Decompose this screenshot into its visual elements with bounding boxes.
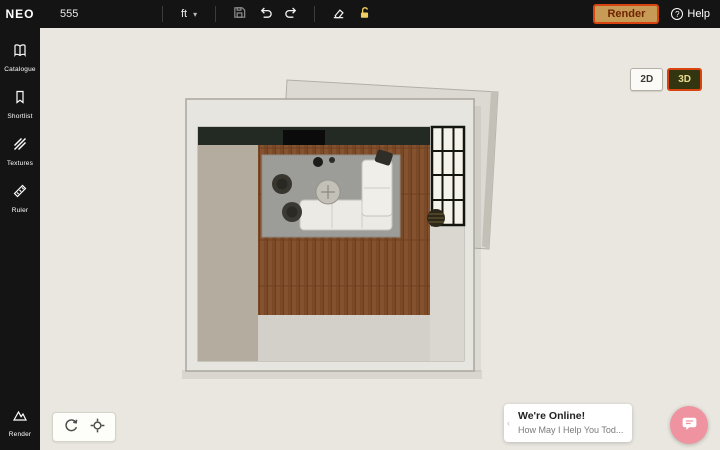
chat-widget[interactable]: ‹ We're Online! How May I Help You Tod..… — [504, 404, 632, 442]
unlock-icon — [357, 5, 372, 23]
shortlist-icon — [12, 89, 28, 110]
chat-bubble-icon — [680, 414, 699, 436]
chat-open-button[interactable] — [670, 406, 708, 444]
chat-subtitle: How May I Help You Tod... — [518, 425, 624, 435]
ruler-icon — [12, 183, 28, 204]
reset-view-icon — [63, 417, 80, 437]
top-toolbar: NEO 555 ft ▾ Render ? Help — [0, 0, 720, 28]
render-icon — [12, 407, 28, 428]
left-sidebar: Catalogue Shortlist Textures Ruler Rende… — [0, 28, 40, 450]
undo-button[interactable] — [252, 3, 278, 25]
catalogue-icon — [12, 42, 28, 63]
save-button[interactable] — [226, 3, 252, 25]
unlock-button[interactable] — [351, 3, 377, 25]
eraser-icon — [331, 5, 346, 23]
project-number: 555 — [60, 8, 79, 20]
focus-button[interactable] — [87, 417, 107, 437]
toolbar-divider — [314, 6, 316, 22]
chat-collapse-icon[interactable]: ‹ — [507, 418, 510, 428]
sidebar-item-render[interactable]: Render — [0, 399, 40, 446]
view-2d-button[interactable]: 2D — [630, 68, 664, 91]
sidebar-item-shortlist[interactable]: Shortlist — [0, 81, 40, 128]
sidebar-item-ruler[interactable]: Ruler — [0, 175, 40, 222]
focus-icon — [89, 417, 106, 437]
render-button[interactable]: Render — [593, 4, 660, 24]
app-window: NEO 555 ft ▾ Render ? Help Catalogue Sho… — [0, 0, 720, 450]
toolbar-divider — [215, 6, 217, 22]
view-mode-toggle: 2D 3D — [630, 68, 702, 91]
redo-button[interactable] — [278, 3, 304, 25]
help-icon: ? — [671, 8, 684, 20]
textures-icon — [12, 136, 28, 157]
chat-title: We're Online! — [518, 410, 586, 422]
eraser-button[interactable] — [325, 3, 351, 25]
sidebar-item-label: Textures — [6, 160, 34, 167]
sidebar-item-label: Shortlist — [7, 113, 33, 120]
sidebar-item-label: Render — [8, 431, 32, 438]
sidebar-item-label: Catalogue — [4, 66, 36, 73]
undo-icon — [258, 5, 273, 23]
help-button[interactable]: ? Help — [671, 8, 710, 20]
toolbar-divider — [162, 6, 163, 22]
design-canvas[interactable]: 2D 3D ‹ We're Online! How May I Help You… — [40, 28, 720, 450]
sidebar-item-textures[interactable]: Textures — [0, 128, 40, 175]
help-label: Help — [687, 8, 710, 20]
room-3d-view[interactable] — [140, 60, 520, 390]
reset-view-button[interactable] — [61, 417, 81, 437]
app-logo: NEO — [5, 7, 35, 21]
save-icon — [232, 5, 247, 23]
unit-dropdown[interactable]: ft ▾ — [173, 5, 205, 23]
unit-value: ft — [181, 8, 188, 20]
sidebar-item-catalogue[interactable]: Catalogue — [0, 34, 40, 81]
sidebar-item-label: Ruler — [11, 207, 29, 214]
view-3d-button[interactable]: 3D — [667, 68, 702, 91]
chevron-down-icon: ▾ — [193, 9, 198, 19]
camera-mini-toolbar — [52, 412, 116, 442]
redo-icon — [284, 5, 299, 23]
